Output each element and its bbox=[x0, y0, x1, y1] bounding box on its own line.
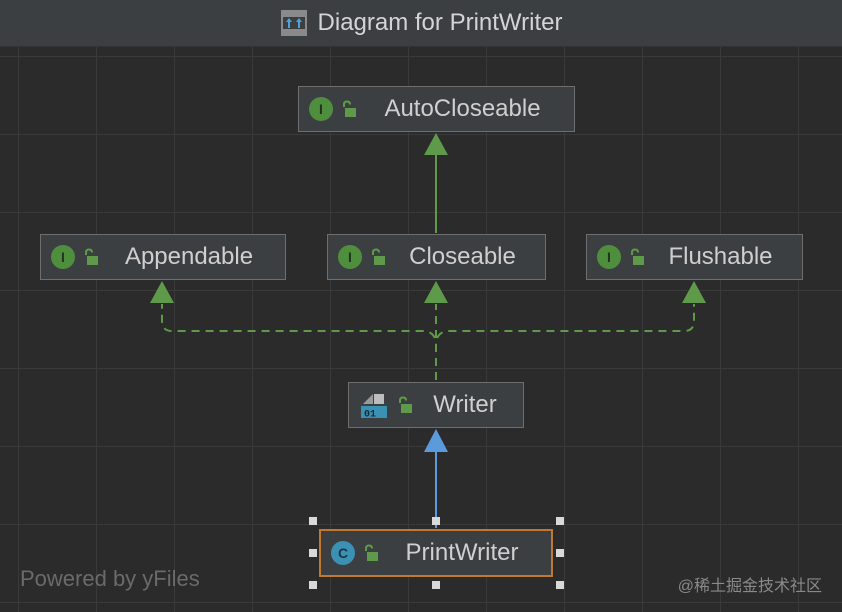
node-label: PrintWriter bbox=[405, 539, 519, 566]
svg-text:01: 01 bbox=[364, 410, 376, 421]
node-label: Flushable bbox=[668, 243, 773, 270]
public-lock-icon bbox=[365, 544, 378, 561]
arrow-flushable bbox=[682, 281, 706, 303]
public-lock-icon bbox=[85, 248, 98, 265]
class-icon: C bbox=[331, 541, 355, 565]
node-printwriter[interactable]: C PrintWriter bbox=[319, 529, 553, 577]
public-lock-icon bbox=[372, 248, 385, 265]
resize-handle-e[interactable] bbox=[556, 549, 564, 557]
node-closeable[interactable]: I Closeable bbox=[327, 234, 546, 280]
arrow-appendable bbox=[150, 281, 174, 303]
abstract-class-icon: 01 bbox=[361, 394, 387, 421]
interface-icon: I bbox=[597, 245, 621, 269]
public-lock-icon bbox=[631, 248, 644, 265]
resize-handle-w[interactable] bbox=[309, 549, 317, 557]
resize-handle-se[interactable] bbox=[556, 581, 564, 589]
node-flushable[interactable]: I Flushable bbox=[586, 234, 803, 280]
resize-handle-n[interactable] bbox=[432, 517, 440, 525]
interface-icon: I bbox=[51, 245, 75, 269]
node-label: Writer bbox=[433, 391, 497, 418]
interface-icon: I bbox=[309, 97, 333, 121]
public-lock-icon bbox=[343, 100, 356, 117]
node-label: AutoCloseable bbox=[384, 95, 541, 122]
resize-handle-ne[interactable] bbox=[556, 517, 564, 525]
watermark: @稀土掘金技术社区 bbox=[677, 578, 822, 595]
resize-handle-s[interactable] bbox=[432, 581, 440, 589]
arrow-closeable bbox=[424, 281, 448, 303]
node-writer[interactable]: 01 Writer bbox=[348, 382, 524, 428]
arrow-autocloseable bbox=[424, 133, 448, 155]
public-lock-icon bbox=[399, 396, 412, 413]
resize-handle-sw[interactable] bbox=[309, 581, 317, 589]
node-appendable[interactable]: I Appendable bbox=[40, 234, 286, 280]
arrow-writer bbox=[424, 429, 448, 452]
node-label: Closeable bbox=[409, 243, 516, 270]
node-label: Appendable bbox=[124, 243, 254, 270]
edge-writer-appendable bbox=[161, 304, 437, 380]
resize-handle-nw[interactable] bbox=[309, 517, 317, 525]
node-autocloseable[interactable]: I AutoCloseable bbox=[298, 86, 575, 132]
interface-icon: I bbox=[338, 245, 362, 269]
powered-by-label: Powered by yFiles bbox=[20, 566, 200, 591]
edge-writer-flushable bbox=[435, 304, 695, 380]
